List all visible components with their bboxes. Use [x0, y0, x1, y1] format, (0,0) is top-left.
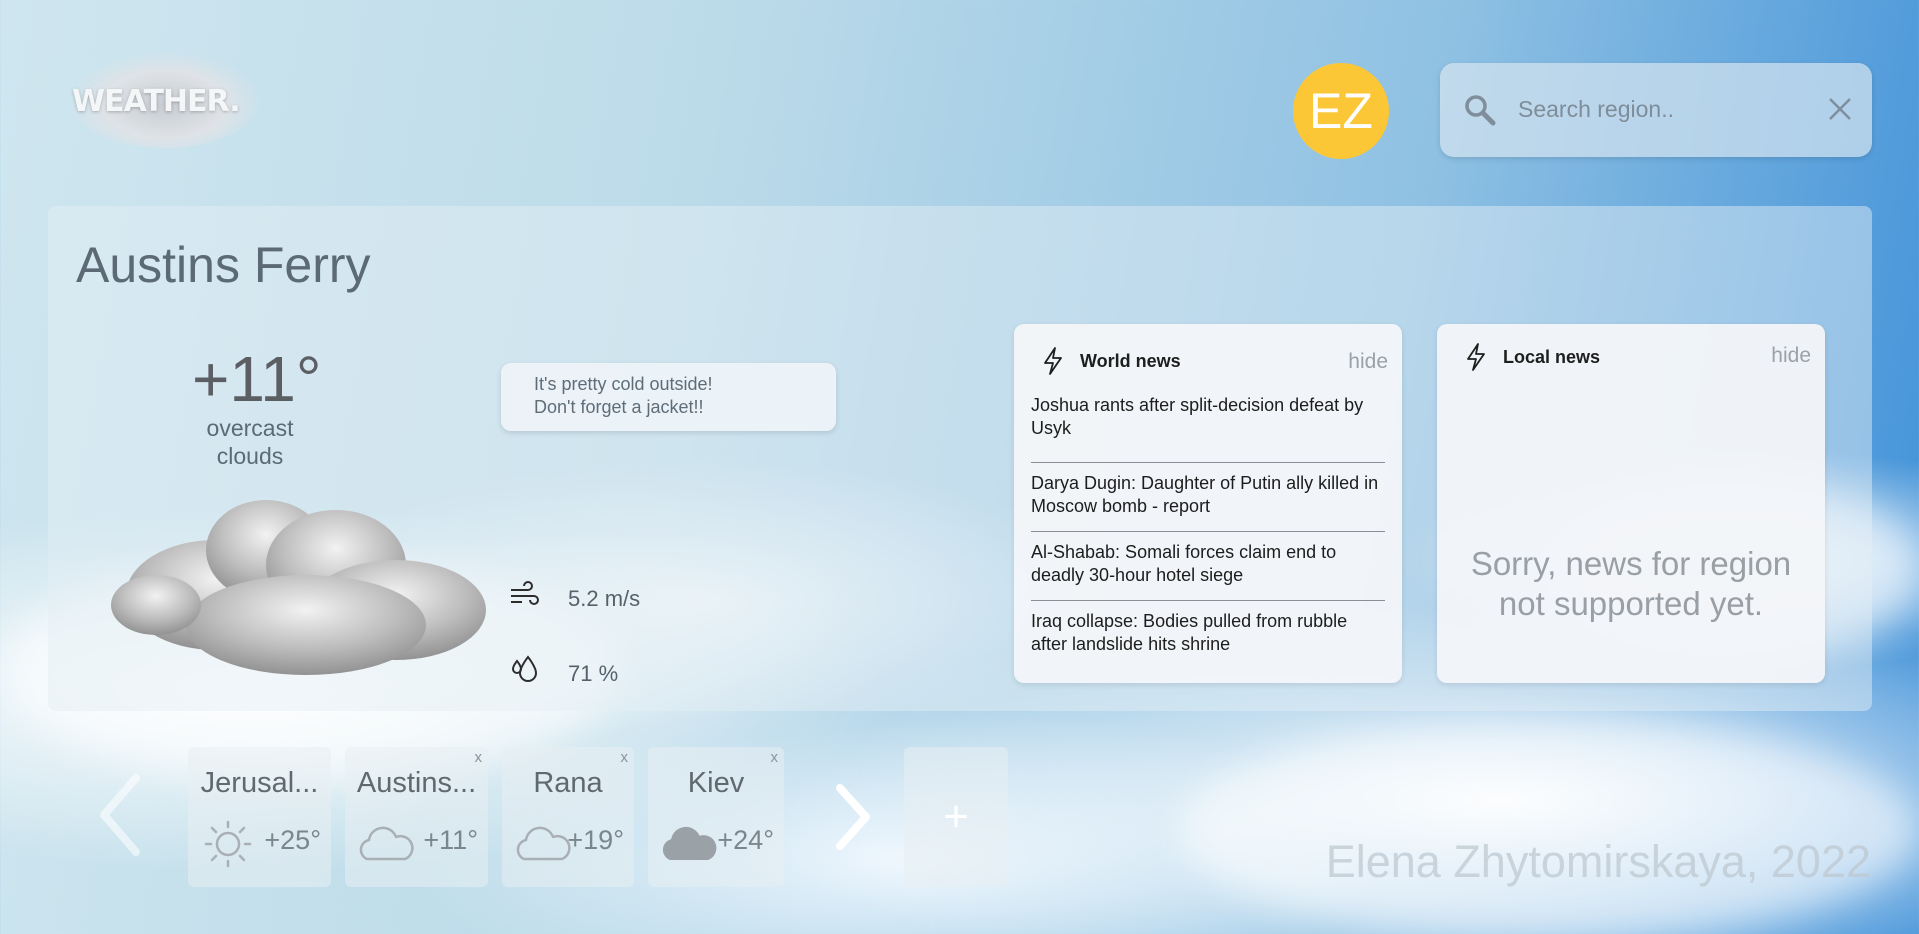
favorite-city-card[interactable]: Jerusal... +25°: [188, 747, 331, 887]
news-item[interactable]: Joshua rants after split-decision defeat…: [1031, 394, 1385, 463]
avatar-initials: EZ: [1309, 83, 1373, 139]
favorite-city-temperature: +24°: [717, 825, 774, 855]
page-title: Austins Ferry: [76, 237, 371, 293]
news-title: Local news: [1503, 346, 1601, 367]
favorite-city-card[interactable]: x Austins... +11°: [345, 747, 488, 887]
humidity-value: 71 %: [568, 661, 619, 686]
background-cloud: [1180, 720, 1919, 934]
favorite-city-name: Rana: [533, 767, 603, 799]
news-title: World news: [1080, 350, 1181, 371]
favorite-city-temperature: +25°: [264, 825, 321, 855]
current-condition: overcast clouds: [206, 415, 294, 469]
favorite-city-card[interactable]: x Rana +19°: [502, 747, 634, 887]
favorite-city-card[interactable]: x Kiev +24°: [648, 747, 784, 887]
favorite-city-name: Jerusal...: [200, 767, 319, 799]
news-item[interactable]: Darya Dugin: Daughter of Putin ally kill…: [1031, 463, 1385, 532]
cloud-icon: [111, 500, 486, 675]
news-list: Joshua rants after split-decision defeat…: [1031, 394, 1385, 670]
remove-favorite-button[interactable]: x: [621, 749, 629, 766]
wind-speed: 5.2 m/s: [568, 586, 641, 611]
favorite-city-temperature: +11°: [423, 825, 478, 855]
cloud-outline-icon: [516, 826, 571, 861]
favorite-city-name: Kiev: [687, 767, 745, 799]
news-item[interactable]: Al-Shabab: Somali forces claim end to de…: [1031, 532, 1385, 601]
current-temperature: +11°: [192, 343, 322, 415]
wind-icon: [511, 581, 539, 605]
remove-favorite-button[interactable]: x: [771, 749, 779, 766]
favorite-city-name: Austins...: [356, 767, 477, 799]
remove-favorite-button[interactable]: x: [475, 749, 483, 766]
footer-credit: Elena Zhytomirskaya, 2022: [1325, 836, 1871, 887]
avatar[interactable]: EZ: [1293, 63, 1389, 159]
lightning-icon: [1467, 343, 1485, 371]
no-news-message: Sorry, news for region not supported yet…: [1470, 545, 1792, 622]
weather-tip: It's pretty cold outside! Don't forget a…: [501, 363, 836, 431]
lightning-icon: [1044, 347, 1062, 375]
local-news-card: Local news hide Sorry, news for region n…: [1437, 324, 1825, 683]
news-item[interactable]: Iraq collapse: Bodies pulled from rubble…: [1031, 601, 1385, 670]
close-icon[interactable]: [1826, 95, 1854, 123]
hide-button[interactable]: hide: [1348, 350, 1388, 374]
chevron-right-icon[interactable]: [828, 782, 878, 852]
cloud-filled-icon: [662, 826, 717, 860]
add-city-button[interactable]: +: [904, 747, 1008, 887]
tip-line: It's pretty cold outside!: [534, 374, 713, 394]
chevron-left-icon[interactable]: [96, 772, 146, 858]
search-input[interactable]: [1518, 87, 1808, 131]
news-header: World news: [1040, 346, 1181, 376]
world-news-card: World news hide Joshua rants after split…: [1014, 324, 1402, 683]
cloud-outline-icon: [359, 826, 414, 861]
search-box: [1440, 63, 1872, 157]
news-header: Local news: [1463, 342, 1600, 372]
favorite-city-temperature: +19°: [567, 825, 624, 855]
logo-text: WEATHER.: [72, 84, 241, 119]
humidity-icon: [511, 655, 538, 682]
hide-button[interactable]: hide: [1771, 344, 1811, 368]
search-icon[interactable]: [1460, 91, 1500, 131]
tip-line: Don't forget a jacket!!: [534, 397, 704, 417]
sun-icon: [204, 820, 252, 868]
